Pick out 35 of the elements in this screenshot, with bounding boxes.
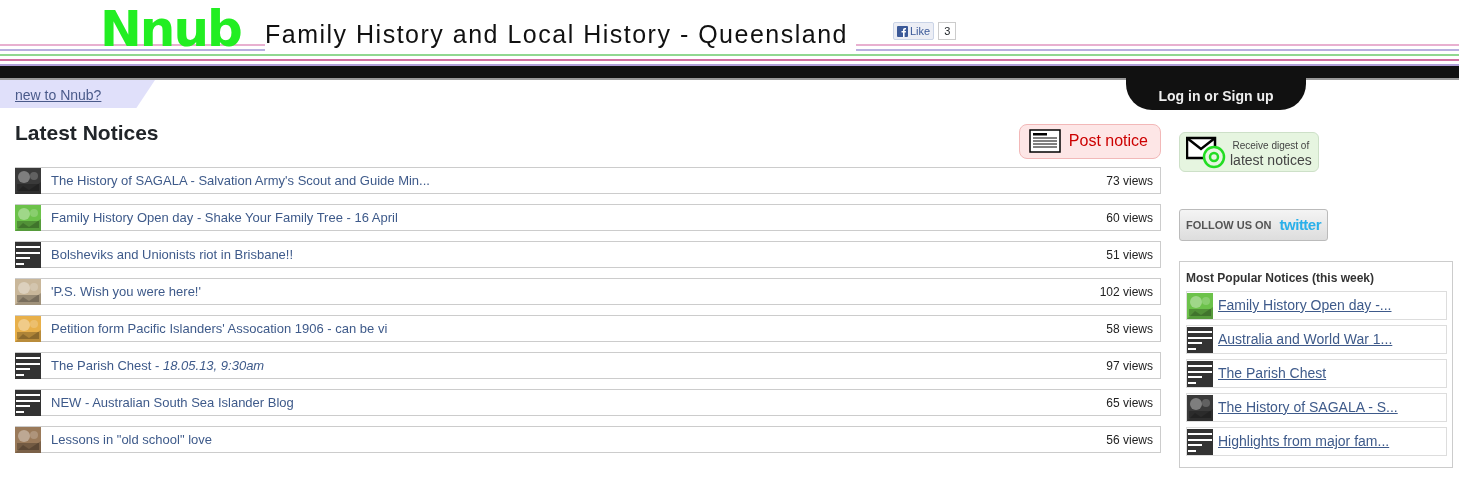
notice-link[interactable]: The History of SAGALA - Salvation Army's Scout and Guide Min... (51, 170, 430, 191)
login-tab[interactable]: Log in or Sign up (1126, 78, 1306, 110)
view-count: 56 views (1106, 431, 1154, 449)
view-count: 102 views (1099, 283, 1154, 301)
notice-link[interactable]: Bolsheviks and Unionists riot in Brisbane!! (51, 244, 294, 265)
notice-link[interactable]: NEW - Australian South Sea Islander Blog (51, 392, 294, 413)
notice-link[interactable]: Lessons in "old school" love (51, 429, 212, 450)
document-icon (15, 352, 41, 379)
view-count: 73 views (1106, 172, 1154, 190)
view-count: 51 views (1106, 246, 1154, 264)
panel-heading: Most Popular Notices (this week) (1186, 270, 1376, 287)
notice-link[interactable]: 'P.S. Wish you were here!' (51, 281, 201, 302)
document-icon (1187, 360, 1213, 387)
digest-button[interactable]: Receive digest of latest notices (1179, 132, 1319, 172)
notice-link[interactable]: Family History Open day - Shake Your Family Tree - 16 April (51, 207, 398, 228)
like-count: 3 (938, 22, 957, 40)
notice-link[interactable]: Petition form Pacific Islanders' Assocation 1906 - can be vi (51, 318, 388, 339)
notice-icon (1028, 129, 1061, 153)
digest-label: Receive digest of latest notices (1230, 138, 1312, 167)
follow-twitter-button[interactable]: FOLLOW US ON twitter (1179, 208, 1329, 241)
view-count: 58 views (1106, 320, 1154, 338)
document-icon (1187, 326, 1213, 353)
section-heading: Latest Notices (15, 120, 159, 146)
new-user-tab[interactable]: new to Nnub? (0, 80, 155, 108)
post-notice-button[interactable]: Post notice (1018, 124, 1161, 159)
notice-link[interactable]: The Parish Chest - 18.05.13, 9:30am (51, 355, 265, 376)
document-icon (15, 389, 41, 416)
view-count: 65 views (1106, 394, 1154, 412)
document-icon (15, 241, 41, 268)
view-count: 60 views (1106, 209, 1154, 227)
view-count: 97 views (1106, 357, 1154, 375)
document-icon (1187, 428, 1213, 455)
facebook-icon (897, 25, 908, 37)
email-icon (1186, 135, 1228, 169)
like-button[interactable]: Like (893, 22, 935, 40)
